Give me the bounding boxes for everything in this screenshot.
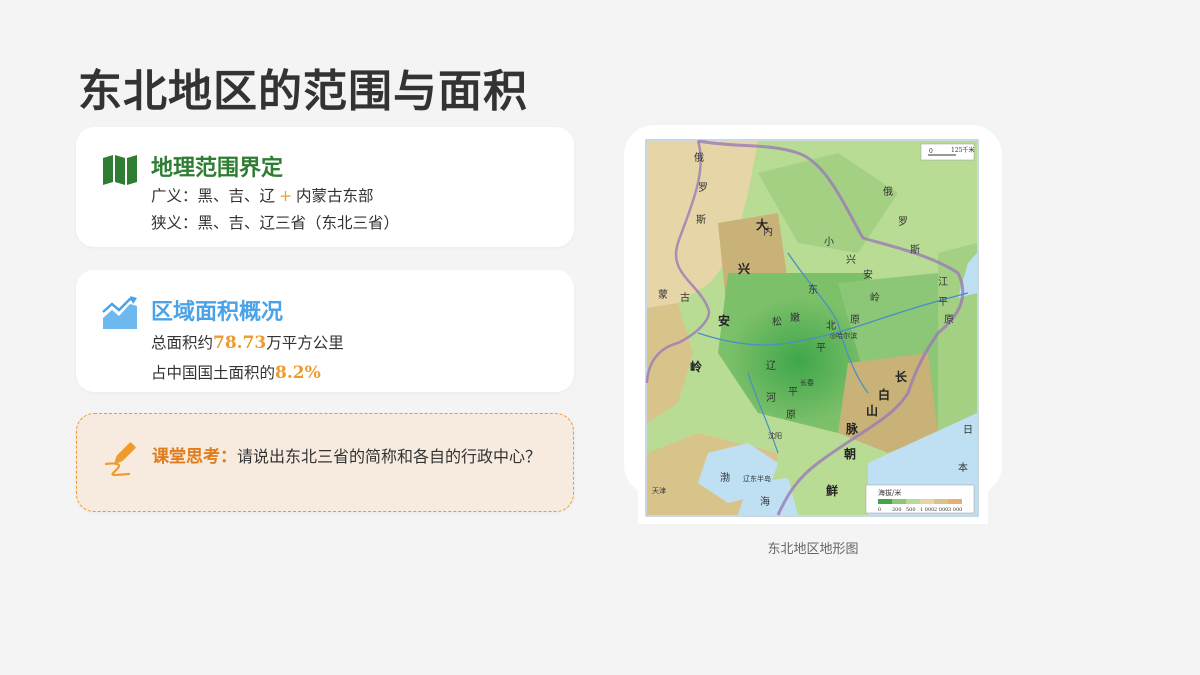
slide-title: 东北地区的范围与面积	[78, 66, 528, 117]
map-place-label: 平	[938, 297, 948, 308]
map-place-label: ◎哈尔滨	[830, 331, 857, 340]
map-place-label: 岭	[690, 359, 702, 374]
map-place-label: 嫩	[790, 311, 800, 324]
map-place-label: 白	[878, 387, 890, 402]
area-share-value: 8.2%	[275, 363, 321, 383]
map-place-label: 长春	[800, 378, 814, 387]
map-place-label: 俄	[883, 186, 893, 198]
area-share: 占中国国土面积的8.2%	[151, 363, 321, 383]
map-place-label: 天津	[652, 487, 666, 495]
scale-label: 125千米	[951, 146, 974, 154]
map-place-label: 小	[824, 236, 834, 248]
map-place-label: 山	[866, 403, 878, 418]
legend-tick: 3 000	[948, 507, 962, 513]
map-place-label: 海	[760, 495, 770, 508]
area-card: 区域面积概况 总面积约78.73万平方公里 占中国国土面积的8.2%	[76, 270, 574, 392]
map-place-label: 朝	[844, 446, 856, 461]
legend-tick: 2 000	[934, 507, 948, 513]
pencil-icon	[103, 439, 141, 481]
map-place-label: 古	[680, 291, 690, 304]
map-place-label: 兴	[846, 254, 856, 266]
map-place-label: 蒙	[658, 288, 668, 301]
map-place-label: 脉	[845, 421, 859, 436]
area-share-prefix: 占中国国土面积的	[151, 364, 276, 382]
scope-narrow: 狭义：黑、吉、辽三省（东北三省）	[151, 214, 400, 232]
map-place-label: 原	[850, 314, 860, 326]
area-total: 总面积约78.73万平方公里	[151, 333, 344, 353]
think-question: 请说出东北三省的简称和各自的行政中心？	[237, 447, 542, 466]
map-place-label: 北	[826, 320, 836, 332]
map-place-label: 安	[863, 268, 873, 281]
map-place-label: 沈阳	[768, 431, 782, 440]
terrain-map[interactable]: 0 125千米 海拔/米 0 200 500 1 000 2 000 3 000 俄罗斯俄…	[638, 133, 988, 524]
scale-zero: 0	[929, 148, 933, 155]
map-icon	[102, 154, 138, 190]
map-place-label: 罗	[898, 216, 908, 228]
legend-tick: 200	[892, 507, 902, 513]
area-total-suffix: 万平方公里	[266, 334, 344, 352]
map-place-label: 辽东半岛	[743, 474, 771, 483]
map-place-label: 内	[763, 225, 773, 238]
map-place-label: 河	[766, 392, 776, 404]
map-place-label: 渤	[720, 471, 730, 484]
scope-heading: 地理范围界定	[151, 155, 284, 181]
plus-sign: +	[279, 187, 293, 205]
think-card: 课堂思考：请说出东北三省的简称和各自的行政中心？	[76, 413, 574, 512]
map-place-label: 兴	[738, 261, 750, 276]
legend-tick: 1 000	[920, 507, 934, 513]
map-place-label: 安	[718, 313, 730, 328]
map-place-label: 江	[938, 276, 948, 288]
map-place-label: 平	[816, 343, 826, 354]
map-place-label: 本	[958, 461, 968, 474]
map-place-label: 原	[786, 409, 796, 421]
area-total-prefix: 总面积约	[151, 334, 214, 352]
map-place-label: 罗	[698, 182, 708, 194]
map-place-label: 斯	[910, 243, 920, 256]
scope-broad-prefix: 广义：黑、吉、辽	[151, 187, 276, 205]
legend-tick: 0	[878, 507, 881, 513]
map-place-label: 原	[944, 314, 954, 326]
think-text: 课堂思考：请说出东北三省的简称和各自的行政中心？	[152, 440, 560, 474]
legend-tick: 500	[906, 507, 916, 513]
map-place-label: 俄	[694, 152, 704, 164]
think-label: 课堂思考：	[152, 447, 237, 467]
map-place-label: 长	[895, 369, 908, 384]
scope-broad-suffix: 内蒙古东部	[296, 187, 374, 205]
scope-broad: 广义：黑、吉、辽 + 内蒙古东部	[151, 186, 374, 206]
map-caption: 东北地区地形图	[767, 542, 859, 557]
area-chart-icon	[102, 296, 138, 334]
area-heading: 区域面积概况	[151, 299, 284, 325]
map-place-label: 辽	[766, 360, 776, 372]
map-place-label: 斯	[696, 213, 706, 226]
map-place-label: 平	[788, 387, 798, 398]
legend-title: 海拔/米	[878, 488, 901, 497]
area-total-value: 78.73	[213, 333, 267, 353]
map-place-label: 岭	[870, 291, 880, 304]
scope-card: 地理范围界定 广义：黑、吉、辽 + 内蒙古东部 狭义：黑、吉、辽三省（东北三省）	[76, 127, 574, 247]
map-place-label: 鲜	[826, 483, 838, 498]
map-place-label: 松	[772, 315, 782, 328]
map-place-label: 东	[808, 283, 818, 296]
map-place-label: 日	[963, 425, 973, 436]
